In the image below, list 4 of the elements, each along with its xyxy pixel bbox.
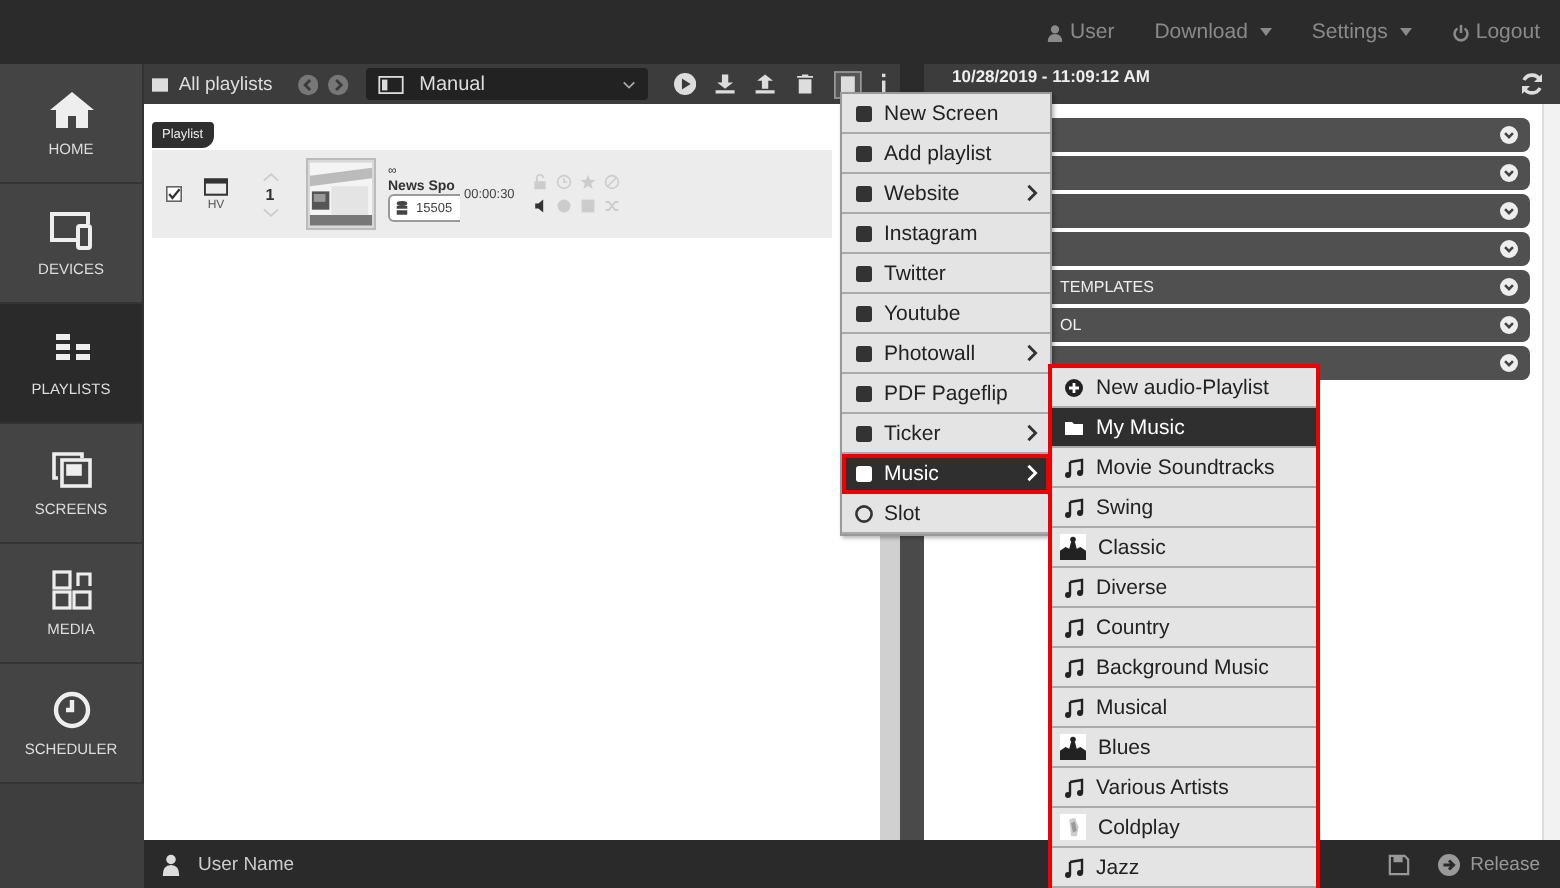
date-label: 10/28/2019 - 11:09:12 AM: [950, 66, 1152, 86]
position-number: 1: [265, 185, 275, 203]
user-name: User Name: [198, 853, 295, 875]
toolbar-title: All playlists: [178, 73, 273, 95]
